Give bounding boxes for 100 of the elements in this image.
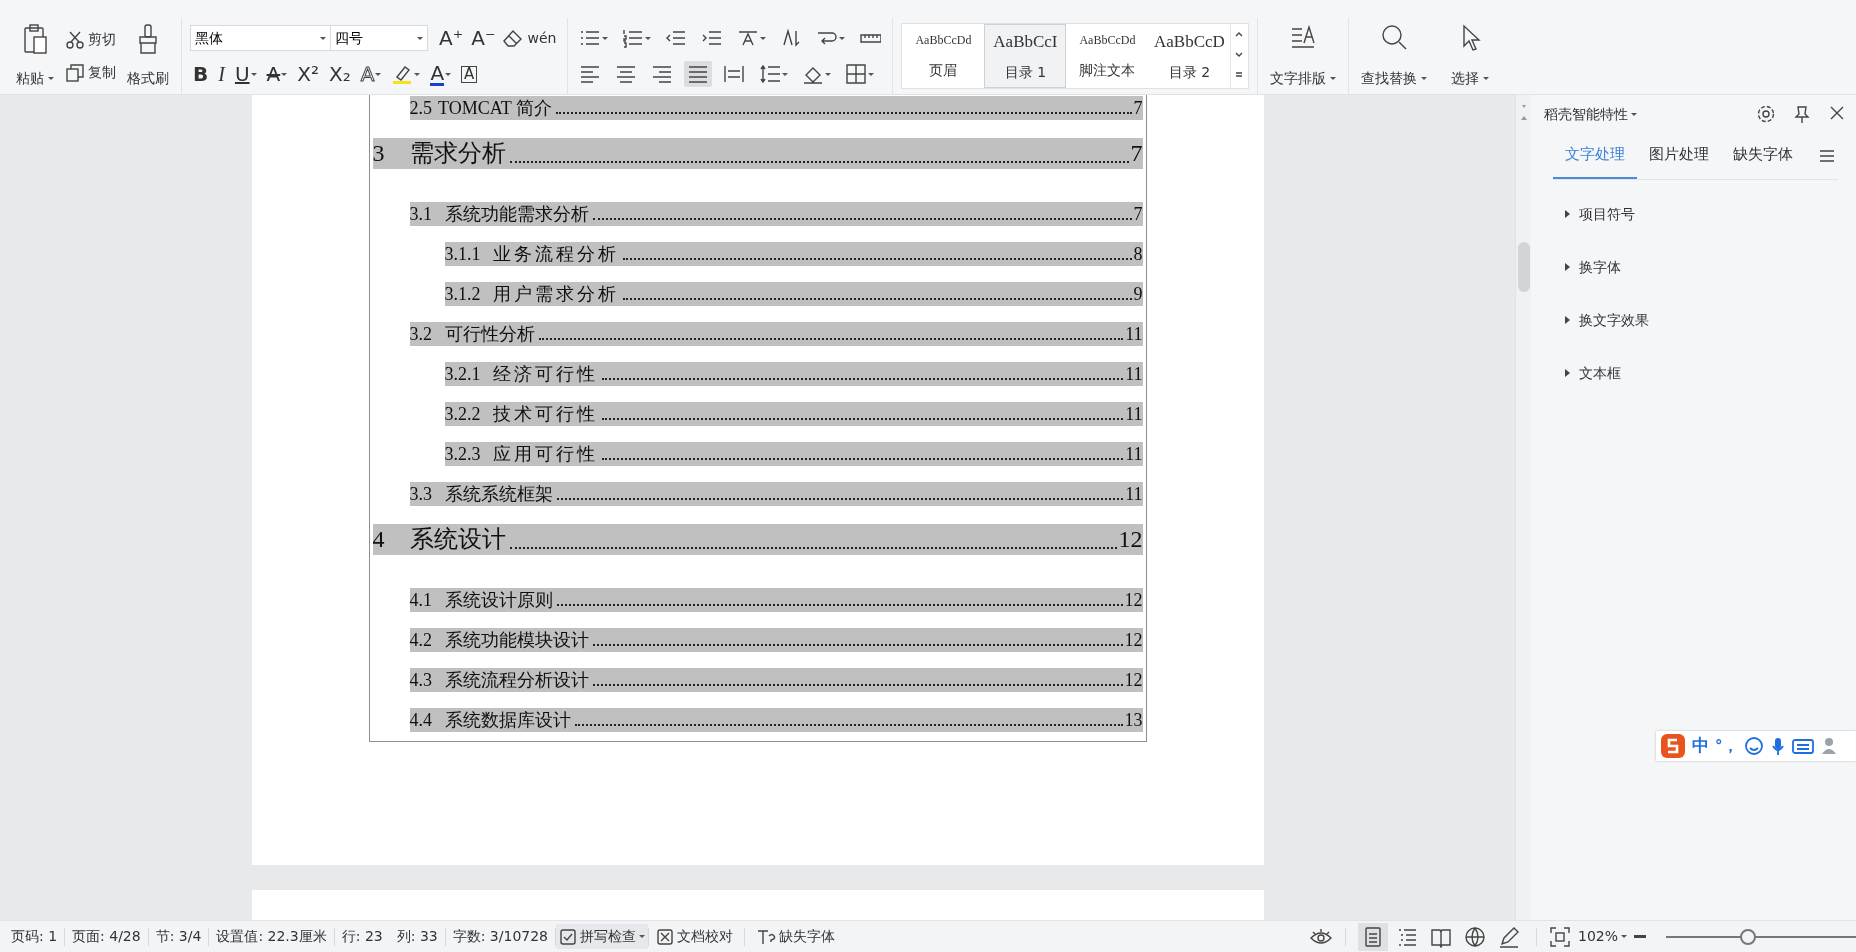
keyboard-icon[interactable] — [1791, 737, 1814, 755]
style-preset[interactable]: AaBbCcI 目录 1 — [984, 24, 1067, 88]
smiley-icon[interactable] — [1743, 736, 1764, 756]
copy-button[interactable]: 复制 — [62, 60, 119, 85]
numbering-icon[interactable] — [622, 27, 645, 49]
button-label: 格式刷 — [127, 69, 169, 88]
underline-button[interactable]: U — [231, 62, 260, 86]
copy-icon — [65, 62, 85, 83]
page-number: 11 — [1125, 403, 1143, 426]
caret-icon — [868, 72, 875, 76]
globe-icon[interactable] — [1463, 925, 1486, 948]
panel-tab[interactable]: 缺失字体 — [1721, 133, 1805, 179]
borders-icon[interactable] — [845, 63, 868, 85]
zoom-slider-thumb[interactable] — [1739, 928, 1756, 945]
tool-button[interactable]: 查找替换 — [1357, 21, 1432, 91]
align-center-icon[interactable] — [615, 63, 638, 85]
page-number: 13 — [1124, 709, 1143, 732]
panel-section[interactable]: 换字体 — [1541, 240, 1846, 294]
eye-icon[interactable] — [1308, 927, 1333, 946]
toc-title[interactable]: 经济可行性 — [492, 362, 598, 386]
caret-icon — [602, 36, 609, 40]
toc-title[interactable]: 系统功能模块设计 — [444, 628, 589, 652]
cut-button[interactable]: 剪切 — [62, 27, 119, 52]
panel-section[interactable]: 换文字效果 — [1541, 293, 1846, 347]
status-text: 页面: 4/28 — [71, 927, 142, 946]
toc-title[interactable]: 业务流程分析 — [492, 242, 619, 266]
toc-title[interactable]: 用户需求分析 — [492, 282, 619, 306]
toc-title[interactable]: 系统系统框架 — [444, 482, 553, 506]
panel-section[interactable]: 文本框 — [1541, 346, 1846, 400]
align-right-icon[interactable] — [651, 63, 674, 85]
toc-title[interactable]: 需求分析 — [409, 138, 506, 169]
tool-button[interactable]: 文字排版 — [1266, 21, 1341, 91]
zoom-out-icon[interactable] — [1634, 934, 1646, 939]
status-text: 字数: 3/10728 — [451, 927, 550, 946]
grow-font-button[interactable]: A⁺ — [436, 26, 467, 50]
pin-icon[interactable] — [1792, 104, 1812, 124]
settings-icon[interactable] — [1756, 104, 1776, 124]
toc-number: 3.1 — [409, 203, 433, 226]
caret-icon — [414, 72, 421, 76]
caret-icon — [1483, 77, 1490, 80]
toc-number: 3.1.1 — [444, 243, 482, 266]
panel-section[interactable]: 项目符号 — [1541, 187, 1846, 241]
toc-title[interactable]: 应用可行性 — [492, 442, 598, 466]
toc-title[interactable]: 系统设计原则 — [444, 588, 553, 612]
toc-number: 3.1.2 — [444, 283, 482, 306]
italic-button[interactable]: I — [215, 62, 228, 86]
scroll-up-icon[interactable] — [1518, 115, 1529, 121]
toc-title[interactable]: 可行性分析 — [444, 322, 535, 346]
highlighter-icon — [391, 63, 414, 85]
caret-icon — [320, 36, 326, 40]
caret-icon — [760, 36, 767, 40]
scrollbar-thumb[interactable] — [1517, 242, 1530, 292]
close-icon[interactable] — [1828, 104, 1846, 122]
ime-mode[interactable]: 中 — [1692, 733, 1709, 759]
toc-title[interactable]: 系统功能需求分析 — [444, 202, 589, 226]
status-text: 节: 3/4 — [154, 927, 203, 946]
tool-button[interactable]: 选择 — [1447, 21, 1494, 91]
strike-button[interactable]: A — [263, 62, 291, 86]
page-number: 11 — [1125, 363, 1143, 386]
spell-check-button[interactable]: 拼写检查 — [556, 924, 649, 949]
panel-tab[interactable]: 文字处理 — [1553, 133, 1637, 179]
panel-tab[interactable]: 图片处理 — [1637, 133, 1721, 179]
panel-title-dropdown[interactable]: 稻壳智能特性 — [1541, 101, 1640, 127]
caret-icon — [417, 36, 423, 40]
ime-logo-icon[interactable] — [1660, 733, 1686, 759]
fit-icon[interactable] — [1548, 925, 1571, 948]
toc-title[interactable]: 系统数据库设计 — [444, 708, 571, 732]
color-button[interactable]: A — [427, 60, 455, 88]
toc-title[interactable]: 系统设计 — [409, 524, 506, 555]
button-label: 粘贴 — [16, 69, 44, 88]
subscript-button[interactable]: X₂ — [325, 62, 354, 86]
caret-icon — [1631, 112, 1637, 116]
missing-fonts-button[interactable]: 缺失字体 — [753, 924, 839, 949]
toc-title[interactable]: TOMCAT 简介 — [438, 96, 552, 120]
toc-title[interactable]: 系统流程分析设计 — [444, 668, 589, 692]
format-painter-button[interactable]: 格式刷 — [123, 21, 173, 91]
toc-number: 3.2.3 — [444, 443, 482, 466]
distribute-icon[interactable] — [723, 63, 746, 85]
align-left-icon[interactable] — [579, 63, 602, 85]
paste-button[interactable]: 粘贴 — [12, 21, 58, 91]
toc-title[interactable]: 技术可行性 — [492, 402, 598, 426]
check-doc-icon — [559, 927, 578, 946]
page-number: 12 — [1124, 669, 1143, 692]
pinyin-button[interactable]: wén — [524, 29, 560, 47]
bold-button[interactable]: B — [190, 62, 212, 86]
zoom-dropdown[interactable]: 102% — [1574, 924, 1630, 949]
shrink-font-button[interactable]: A⁻ — [468, 26, 499, 50]
microphone-icon[interactable] — [1769, 736, 1786, 756]
menu-icon[interactable] — [1819, 148, 1835, 163]
pen-icon[interactable] — [1497, 925, 1520, 948]
line-spacing-icon[interactable] — [759, 63, 782, 85]
toc-number: 4.1 — [409, 589, 433, 612]
justify-icon[interactable] — [687, 63, 710, 85]
caret-icon — [375, 72, 382, 76]
page-number: 12 — [1124, 589, 1143, 612]
punctuation-mode[interactable]: °， — [1715, 734, 1738, 758]
eraser-icon[interactable] — [500, 27, 523, 49]
proofread-button[interactable]: 文档校对 — [653, 924, 737, 949]
superscript-button[interactable]: X² — [294, 62, 322, 86]
brush-icon — [136, 23, 160, 55]
